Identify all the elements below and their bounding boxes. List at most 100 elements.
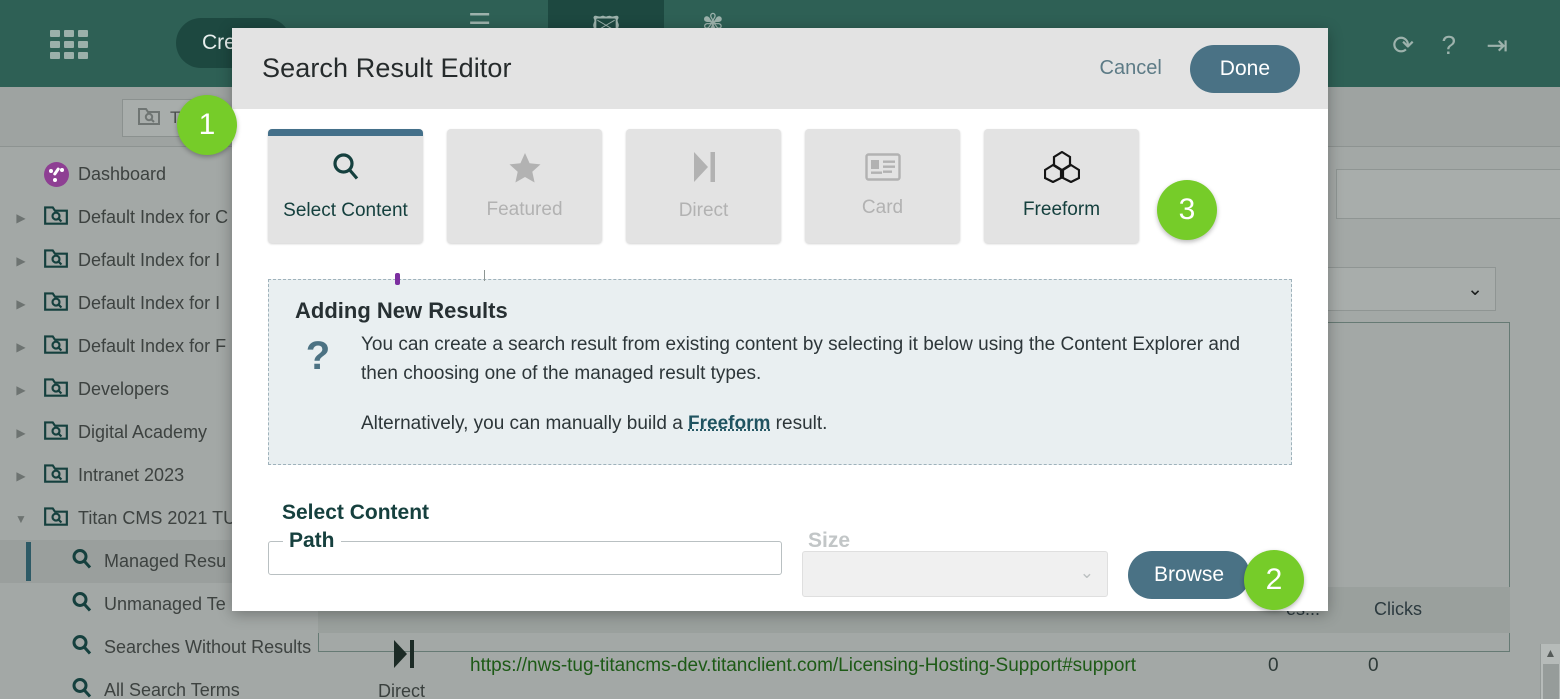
magnifier-icon	[60, 633, 104, 662]
folder-search-icon	[34, 247, 78, 274]
sidebar-item-label: Intranet 2023	[78, 465, 185, 485]
size-field-group: Size ⌄	[802, 529, 1108, 597]
blocks-icon	[1043, 150, 1080, 189]
scrollbar-thumb[interactable]	[1543, 664, 1559, 699]
folder-search-icon	[34, 419, 78, 446]
sidebar-item-label: Default Index for C	[78, 207, 229, 227]
sidebar-item-label: Developers	[78, 379, 170, 399]
apps-grid-icon[interactable]	[50, 30, 88, 59]
sidebar-item-all-search-terms[interactable]: All Search Terms	[0, 669, 318, 699]
tab-label: Direct	[678, 200, 729, 221]
logout-icon[interactable]: ⇥	[1486, 30, 1508, 61]
tab-featured: Featured	[447, 129, 602, 243]
magnifier-icon	[329, 150, 363, 190]
tab-label: Select Content	[283, 200, 408, 221]
info-paragraph-1: You can create a search result from exis…	[361, 334, 1241, 385]
sidebar-item-label: Searches Without Results	[104, 637, 312, 657]
sidebar-item-label: Default Index for F	[78, 336, 227, 356]
filter-input[interactable]	[1336, 169, 1560, 219]
refresh-icon[interactable]: ⟳	[1392, 30, 1414, 61]
browse-button[interactable]: Browse	[1128, 551, 1251, 599]
tab-label: Freeform	[1022, 199, 1101, 220]
path-input[interactable]	[269, 553, 781, 574]
result-type-label: Direct	[378, 681, 426, 699]
chevron-down-icon: ⌄	[1467, 279, 1483, 300]
vertical-scrollbar[interactable]: ▲	[1540, 644, 1560, 699]
sidebar-item-label: Unmanaged Te	[104, 594, 226, 614]
done-button[interactable]: Done	[1189, 44, 1300, 93]
folder-search-icon	[34, 505, 78, 532]
page-title: Search Result Editor	[262, 53, 512, 83]
screen-root: Create ☰ 🖾 ✾ ⟳ ? ⇥	[0, 0, 1560, 699]
chevron-right-icon[interactable]: ▶	[8, 383, 34, 397]
chevron-right-icon[interactable]: ▶	[8, 426, 34, 440]
tab-card: Card	[805, 129, 960, 243]
path-label: Path	[289, 529, 335, 552]
matches-value: 0	[1268, 655, 1279, 676]
sidebar-item-label: Managed Resu	[104, 551, 227, 571]
help-icon[interactable]: ?	[1442, 30, 1456, 61]
sidebar-item-label: Titan CMS 2021 TU	[78, 508, 237, 528]
info-panel-title: Adding New Results	[295, 298, 508, 323]
folder-search-icon	[137, 106, 161, 131]
sidebar-item-label: Default Index for I	[78, 293, 221, 313]
step-badge-1: 1	[177, 95, 237, 155]
size-label: Size	[808, 529, 851, 552]
folder-search-icon	[34, 462, 78, 489]
sidebar-item-label: All Search Terms	[104, 680, 240, 699]
dialog-body: Select Content Featured Direct Card Free…	[232, 109, 1328, 599]
chevron-right-icon[interactable]: ▶	[8, 340, 34, 354]
tick-marker	[484, 270, 485, 281]
chevron-right-icon[interactable]: ▶	[8, 469, 34, 483]
tab-label: Card	[861, 197, 904, 218]
question-mark-icon: ?	[305, 334, 331, 378]
info-paragraph-2-prefix: Alternatively, you can manually build a	[361, 412, 689, 434]
info-panel-text: You can create a search result from exis…	[361, 330, 1265, 458]
card-icon	[864, 153, 901, 187]
dashboard-gauge-icon	[34, 162, 78, 187]
scroll-up-icon[interactable]: ▲	[1541, 644, 1560, 663]
path-field-group: Path	[268, 529, 782, 575]
result-url[interactable]: https://nws-tug-titancms-dev.titanclient…	[470, 655, 1136, 677]
result-type-tabs: Select Content Featured Direct Card Free…	[268, 129, 1292, 243]
direct-icon	[689, 150, 719, 190]
chevron-right-icon[interactable]: ▶	[8, 254, 34, 268]
tab-direct: Direct	[626, 129, 781, 243]
chevron-right-icon[interactable]: ▶	[8, 297, 34, 311]
tab-freeform[interactable]: Freeform	[984, 129, 1139, 243]
dialog-header: Search Result Editor Cancel Done	[232, 28, 1328, 109]
cancel-button[interactable]: Cancel	[1100, 57, 1162, 80]
magnifier-icon	[60, 590, 104, 619]
folder-search-icon	[34, 204, 78, 231]
folder-search-icon	[34, 290, 78, 317]
size-select[interactable]	[802, 551, 1108, 597]
step-badge-3: 3	[1157, 180, 1217, 240]
adding-new-results-info-panel: Adding New Results ? You can create a se…	[268, 270, 1292, 465]
tab-label: Featured	[486, 199, 563, 220]
cursor-marker	[395, 273, 400, 285]
tab-select-content[interactable]: Select Content	[268, 129, 423, 243]
sidebar-item-label: Dashboard	[78, 164, 167, 184]
clicks-value: 0	[1368, 655, 1379, 676]
sidebar-item-label: Digital Academy	[78, 422, 208, 442]
chevron-down-icon[interactable]: ▼	[8, 512, 34, 526]
chevron-right-icon[interactable]: ▶	[8, 211, 34, 225]
step-badge-2: 2	[1244, 550, 1304, 610]
folder-search-icon	[34, 376, 78, 403]
column-header-clicks[interactable]: Clicks	[1374, 599, 1422, 620]
select-content-heading: Select Content	[282, 501, 430, 524]
magnifier-icon	[60, 676, 104, 699]
folder-search-icon	[34, 333, 78, 360]
sidebar-item-label: Default Index for I	[78, 250, 221, 270]
direct-icon	[390, 637, 418, 680]
magnifier-icon	[60, 547, 104, 576]
info-paragraph-2-suffix: result.	[770, 412, 828, 434]
info-paragraph-2: Alternatively, you can manually build a …	[361, 409, 1265, 438]
sidebar-item-searches-without-results[interactable]: Searches Without Results	[0, 626, 318, 669]
search-result-editor-dialog: Search Result Editor Cancel Done Select …	[232, 28, 1328, 611]
page-size-select[interactable]: ⌄	[1324, 267, 1496, 311]
table-row[interactable]: Direct https://nws-tug-titancms-dev.tita…	[318, 635, 1510, 699]
select-content-section: Select Content Path Size ⌄ Browse	[268, 501, 1292, 599]
star-icon	[508, 151, 542, 189]
freeform-link[interactable]: Freeform	[688, 413, 770, 434]
